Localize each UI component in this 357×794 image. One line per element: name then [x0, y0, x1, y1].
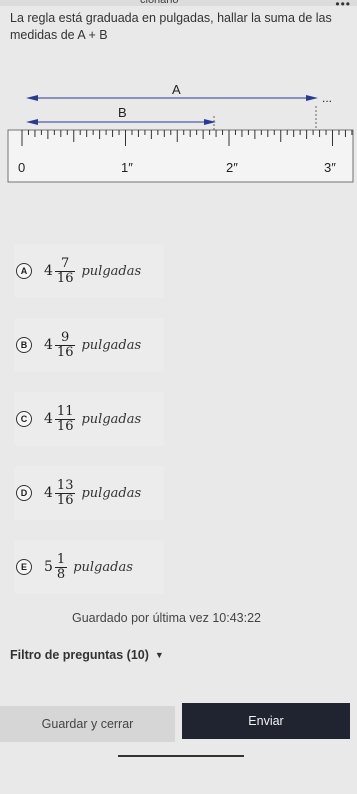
- choice-e-numerator: 1: [56, 551, 66, 567]
- choice-e[interactable]: E 5 1 8 pulgadas: [14, 540, 164, 594]
- saved-timestamp: Guardado por última vez 10:43:22: [72, 611, 262, 625]
- choice-e-unit: pulgadas: [73, 559, 133, 575]
- ruler-label-3: 3″: [324, 160, 336, 175]
- choice-d-radio[interactable]: D: [16, 485, 32, 501]
- choice-a-denominator: 16: [54, 270, 76, 286]
- measure-a-arrow-left: [26, 95, 38, 101]
- choice-d-whole: 4: [44, 485, 53, 501]
- choice-c[interactable]: C 4 11 16 pulgadas: [14, 392, 164, 446]
- ruler-figure: A ... B 0 1″ 2″ 3″: [7, 82, 354, 183]
- ruler-label-0: 0: [18, 160, 25, 175]
- send-button[interactable]: Enviar: [182, 703, 350, 739]
- choice-c-value: 4 11 16 pulgadas: [44, 403, 142, 434]
- ruler-label-1: 1″: [121, 160, 133, 175]
- choice-a-unit: pulgadas: [81, 263, 142, 279]
- choice-b-unit: pulgadas: [81, 337, 142, 353]
- choice-b-denominator: 16: [54, 344, 76, 360]
- choice-a-radio[interactable]: A: [16, 263, 32, 279]
- choice-a[interactable]: A 4 7 16 pulgadas: [14, 244, 164, 298]
- cut-title: cionario: [140, 0, 179, 6]
- top-bar-fragment: cionario •••: [0, 0, 357, 11]
- choice-e-fraction: 1 8: [54, 551, 68, 582]
- measure-a-arrow-right: [306, 95, 318, 101]
- choice-c-denominator: 16: [54, 418, 76, 434]
- choice-b-fraction: 9 16: [54, 329, 76, 360]
- save-and-close-button[interactable]: Guardar y cerrar: [0, 706, 175, 742]
- ruler-body: [7, 129, 354, 183]
- choice-b[interactable]: B 4 9 16 pulgadas: [14, 318, 164, 372]
- choice-d-numerator: 13: [56, 477, 74, 493]
- measure-b-label: B: [118, 105, 127, 120]
- choice-c-whole: 4: [44, 411, 53, 427]
- caret-down-icon: ▼: [154, 650, 164, 660]
- home-indicator: [118, 755, 244, 757]
- choice-d[interactable]: D 4 13 16 pulgadas: [14, 466, 164, 520]
- question-filter-label: Filtro de preguntas (10): [10, 648, 149, 662]
- measure-b-arrow-left: [26, 119, 38, 125]
- choice-a-numerator: 7: [61, 255, 70, 271]
- choice-a-value: 4 7 16 pulgadas: [44, 255, 142, 286]
- choice-d-value: 4 13 16 pulgadas: [44, 477, 142, 508]
- measure-a-label: A: [172, 82, 181, 97]
- choice-d-fraction: 13 16: [54, 477, 76, 508]
- question-filter-dropdown[interactable]: Filtro de preguntas (10) ▼: [10, 648, 164, 662]
- choice-a-whole: 4: [44, 263, 53, 279]
- choice-e-radio[interactable]: E: [16, 559, 32, 575]
- choice-d-unit: pulgadas: [81, 485, 142, 501]
- choice-c-numerator: 11: [56, 403, 74, 419]
- choice-b-numerator: 9: [61, 329, 70, 345]
- question-text: La regla está graduada en pulgadas, hall…: [10, 11, 332, 42]
- choice-b-radio[interactable]: B: [16, 337, 32, 353]
- choice-e-value: 5 1 8 pulgadas: [44, 551, 133, 582]
- choice-c-unit: pulgadas: [81, 411, 142, 427]
- choice-a-fraction: 7 16: [54, 255, 76, 286]
- choice-c-fraction: 11 16: [54, 403, 76, 434]
- choice-b-whole: 4: [44, 337, 53, 353]
- choice-e-denominator: 8: [54, 566, 68, 582]
- ruler-label-2: 2″: [226, 160, 238, 175]
- choice-d-denominator: 16: [54, 492, 76, 508]
- choice-e-whole: 5: [44, 559, 53, 575]
- choice-c-radio[interactable]: C: [16, 411, 32, 427]
- choice-b-value: 4 9 16 pulgadas: [44, 329, 142, 360]
- ellipsis-label: ...: [322, 91, 332, 105]
